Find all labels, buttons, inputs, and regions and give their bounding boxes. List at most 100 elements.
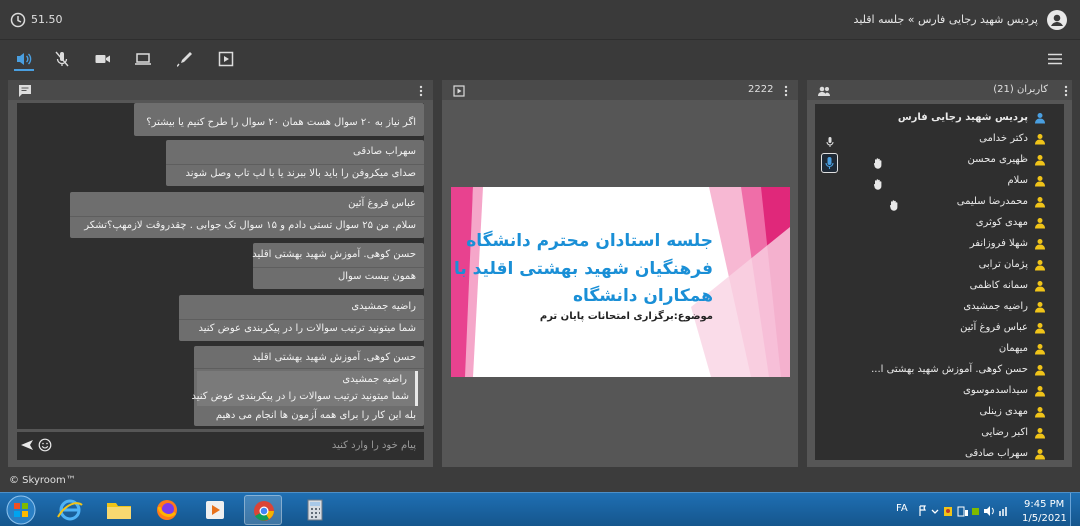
chat-messages[interactable]: اگر نیاز به ۲۰ سوال هست همان ۲۰ سوال را … xyxy=(17,103,424,429)
chat-message: حسن کوهی. آموزش شهید بهشتی اقلید راضیه ج… xyxy=(192,346,424,426)
user-icon xyxy=(1035,218,1045,229)
chat-message: سهراب صادقی صدای میکروفن را باید بالا بب… xyxy=(166,140,424,186)
presentation-icon[interactable] xyxy=(217,50,235,68)
slide-subject: موضوع:برگزاری امتحانات پایان ترم xyxy=(539,311,713,322)
raised-hand-icon xyxy=(873,179,882,190)
user-row[interactable]: حسن کوهی. آموزش شهید بهشتی ا... xyxy=(820,360,1064,381)
user-name: سلام xyxy=(1007,175,1028,186)
user-icon xyxy=(1035,428,1045,439)
message-sender: حسن کوهی. آموزش شهید بهشتی اقلید xyxy=(252,352,416,363)
chat-message: اگر نیاز به ۲۰ سوال هست همان ۲۰ سوال را … xyxy=(134,103,424,136)
message-sender: راضیه جمشیدی xyxy=(351,301,416,312)
camera-icon[interactable] xyxy=(94,50,112,68)
speaker-icon[interactable] xyxy=(15,50,33,68)
presentation-title: 2222 xyxy=(748,84,774,95)
user-name: حسن کوهی. آموزش شهید بهشتی ا... xyxy=(871,364,1028,375)
user-row[interactable]: سیداسدموسوی xyxy=(820,381,1064,402)
users-list[interactable]: پردیس شهید رجایی فارس دکتر خدامی ظهیری م… xyxy=(815,104,1064,460)
user-row[interactable]: سهراب صادقی xyxy=(820,444,1064,460)
user-name: پردیس شهید رجایی فارس xyxy=(897,112,1028,123)
mic-off-icon[interactable] xyxy=(53,50,71,68)
quoted-message[interactable]: راضیه جمشیدی شما میتونید ترتیب سوالات را… xyxy=(192,371,418,406)
active-mic-icon xyxy=(821,153,838,173)
message-sender: عباس فروغ آئین xyxy=(348,198,416,209)
user-icon xyxy=(1035,365,1045,376)
user-name: دکتر خدامی xyxy=(979,133,1028,144)
user-icon xyxy=(1035,155,1045,166)
session-timer: 51.50 xyxy=(31,13,63,26)
user-row[interactable]: دکتر خدامی xyxy=(820,129,1064,150)
chat-input[interactable]: پیام خود را وارد کنید xyxy=(332,440,416,451)
emoji-icon[interactable] xyxy=(38,438,52,452)
hamburger-menu-icon[interactable] xyxy=(1046,50,1064,68)
slide-heading-line-3: همکاران دانشگاه xyxy=(572,286,713,306)
slide-heading-line-2: فرهنگیان شهید بهشتی اقلید با xyxy=(454,259,713,279)
user-row[interactable]: میهمان xyxy=(820,339,1064,360)
user-name: مهدی کوثری xyxy=(975,217,1028,228)
user-icon xyxy=(1035,134,1045,145)
user-row[interactable]: عباس فروغ آئین xyxy=(820,318,1064,339)
user-row[interactable]: محمدرضا سلیمی xyxy=(820,192,1064,213)
keyboard-language[interactable]: FA xyxy=(896,503,908,514)
mic-icon xyxy=(826,137,834,147)
user-row[interactable]: شهلا فروزانفر xyxy=(820,234,1064,255)
user-name: مهدی زینلی xyxy=(979,406,1029,417)
presentation-icon xyxy=(453,85,465,97)
whiteboard-pen-icon[interactable] xyxy=(176,50,194,68)
user-row[interactable]: سلام xyxy=(820,171,1064,192)
user-name: پژمان ترابی xyxy=(978,259,1028,270)
presentation-menu-icon[interactable] xyxy=(783,84,789,98)
toolbar xyxy=(0,40,1080,80)
user-row[interactable]: مهدی کوثری xyxy=(820,213,1064,234)
users-group-icon xyxy=(817,85,831,97)
message-sender: حسن کوهی. آموزش شهید بهشتی اقلید xyxy=(252,249,416,260)
quote-text: شما میتونید ترتیب سوالات را در پیکربندی … xyxy=(191,391,409,402)
user-name: محمدرضا سلیمی xyxy=(956,196,1028,207)
chat-message: عباس فروغ آئین سلام. من ۲۵ سوال تستی داد… xyxy=(70,192,424,238)
tray-icons[interactable] xyxy=(918,504,1012,518)
user-row[interactable]: راضیه جمشیدی xyxy=(820,297,1064,318)
calculator-icon[interactable] xyxy=(296,495,334,525)
user-icon xyxy=(1035,323,1045,334)
user-name: عباس فروغ آئین xyxy=(960,322,1028,333)
slide-heading-line-1: جلسه استادان محترم دانشگاه xyxy=(466,231,713,251)
user-icon xyxy=(1035,260,1045,271)
user-name: سهراب صادقی xyxy=(965,448,1028,459)
speaker-active-underline xyxy=(14,69,34,71)
user-icon xyxy=(1035,176,1045,187)
user-name: میهمان xyxy=(998,343,1028,354)
firefox-icon[interactable] xyxy=(148,495,186,525)
user-row[interactable]: اکبر رضایی xyxy=(820,423,1064,444)
send-icon[interactable] xyxy=(20,438,34,452)
user-icon xyxy=(1035,386,1045,397)
user-icon xyxy=(1035,449,1045,460)
slide-decoration xyxy=(451,187,790,377)
user-row[interactable]: مهدی زینلی xyxy=(820,402,1064,423)
user-row[interactable]: پژمان ترابی xyxy=(820,255,1064,276)
taskbar-clock-date[interactable]: 1/5/2021 xyxy=(1022,513,1067,524)
users-title: کاربران (21) xyxy=(993,84,1048,95)
users-menu-icon[interactable] xyxy=(1063,84,1069,98)
user-row[interactable]: سمانه کاظمی xyxy=(820,276,1064,297)
chat-message: راضیه جمشیدی شما میتونید ترتیب سوالات را… xyxy=(179,295,424,341)
breadcrumb: پردیس شهید رجایی فارس » جلسه اقلید xyxy=(853,13,1038,26)
chrome-icon[interactable] xyxy=(244,495,282,525)
user-icon xyxy=(1035,281,1045,292)
chat-menu-icon[interactable] xyxy=(418,84,424,98)
screen-share-icon[interactable] xyxy=(134,50,152,68)
chat-panel-header xyxy=(8,80,433,100)
media-player-icon[interactable] xyxy=(196,495,234,525)
user-name: سیداسدموسوی xyxy=(963,385,1028,396)
user-row[interactable]: پردیس شهید رجایی فارس xyxy=(820,108,1064,129)
raised-hand-icon xyxy=(873,158,882,169)
account-icon[interactable] xyxy=(1047,10,1067,30)
taskbar-clock-time[interactable]: 9:45 PM xyxy=(1024,499,1064,510)
show-desktop-button[interactable] xyxy=(1070,493,1080,526)
raised-hand-icon xyxy=(889,200,898,211)
ie-icon[interactable] xyxy=(51,495,89,525)
start-button[interactable] xyxy=(5,494,37,526)
user-icon xyxy=(1035,197,1045,208)
file-explorer-icon[interactable] xyxy=(100,495,138,525)
user-row[interactable]: ظهیری محسن xyxy=(820,150,1064,171)
user-name: سمانه کاظمی xyxy=(969,280,1028,291)
